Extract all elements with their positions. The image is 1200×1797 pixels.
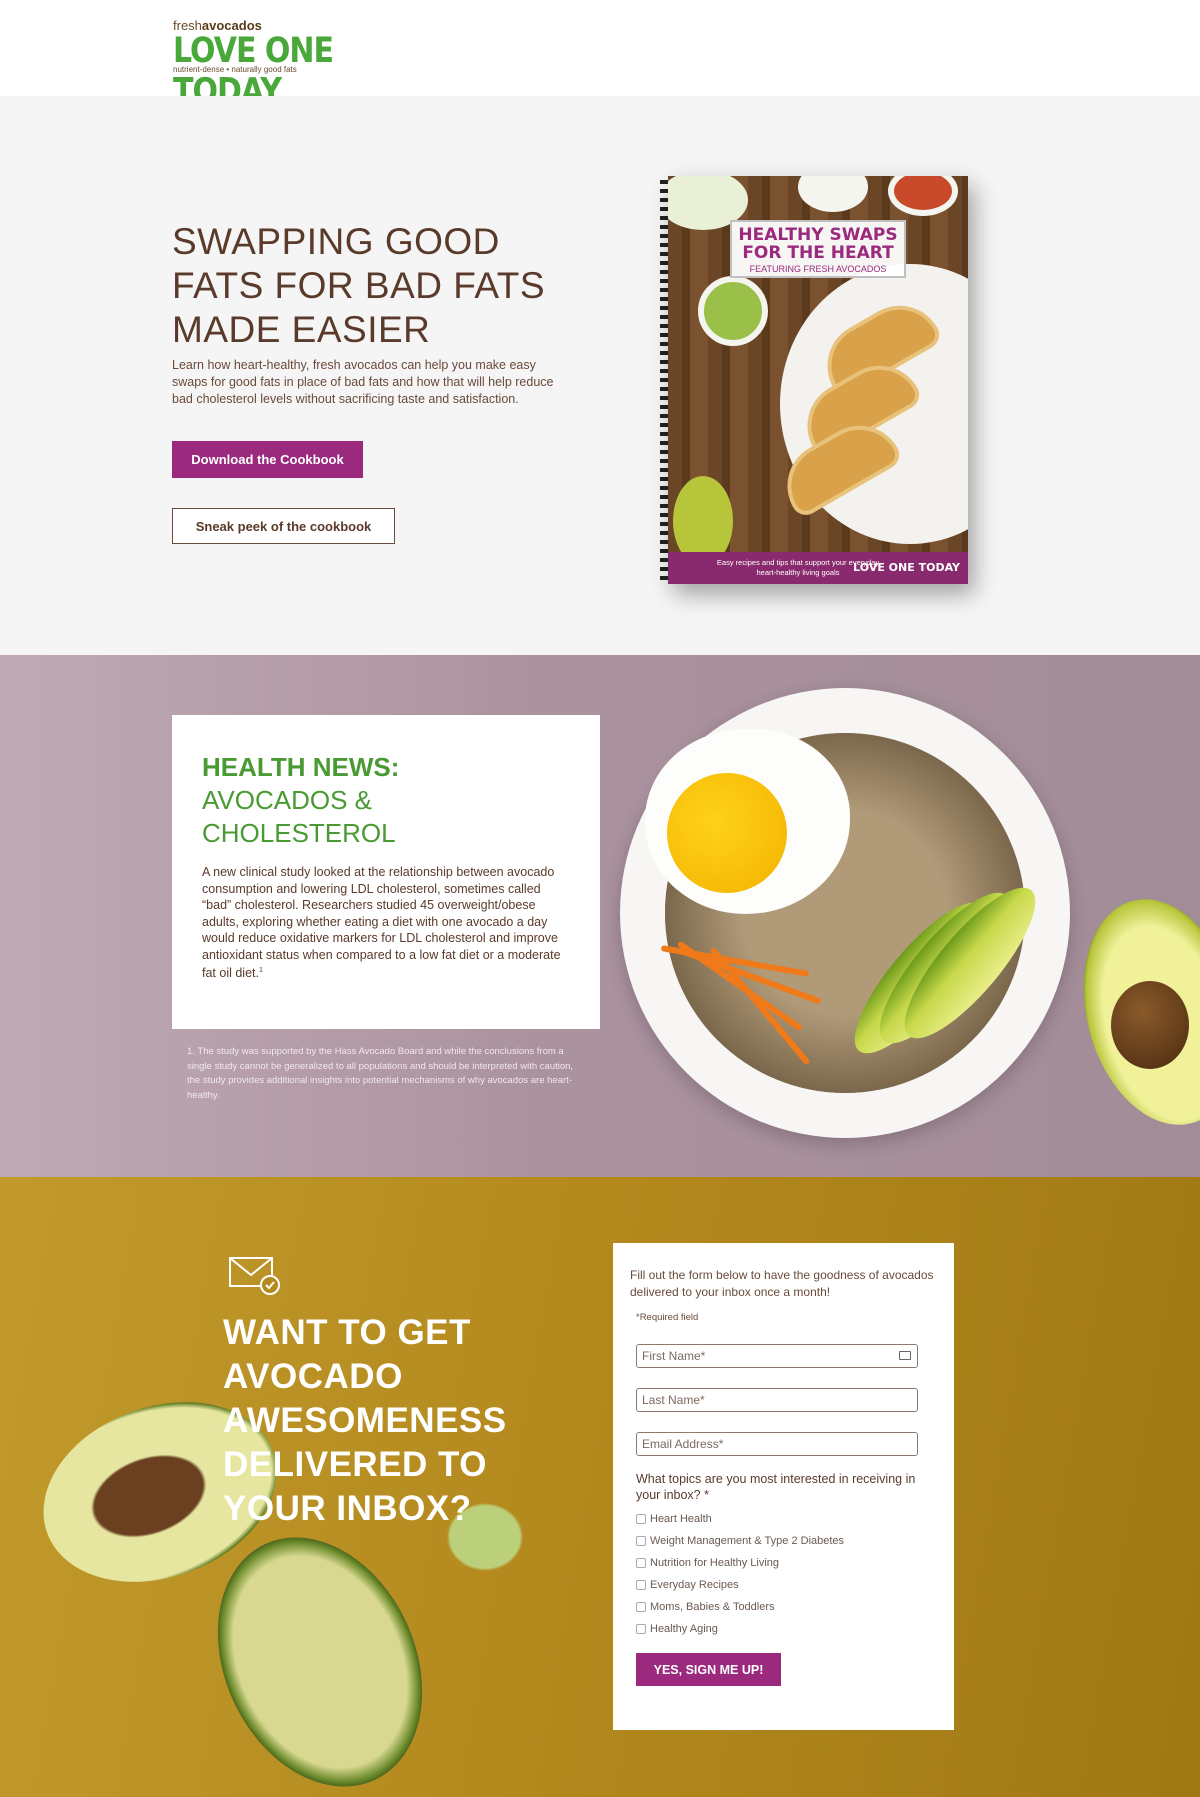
form-intro: Fill out the form below to have the good… [630, 1268, 934, 1299]
health-news-section: HEALTH NEWS: AVOCADOS & CHOLESTEROL A ne… [0, 655, 1200, 1177]
site-header: freshavocados LOVE ONE TODAY nutrient-de… [0, 0, 1200, 112]
topic-option-everyday-recipes[interactable]: Everyday Recipes [636, 1576, 739, 1594]
cookbook-subtitle: FEATURING FRESH AVOCADOS [749, 264, 887, 274]
health-news-card: HEALTH NEWS: AVOCADOS & CHOLESTEROL A ne… [172, 715, 600, 1029]
newsletter-form: Fill out the form below to have the good… [613, 1243, 954, 1730]
topic-option-healthy-aging[interactable]: Healthy Aging [636, 1620, 718, 1638]
checkbox[interactable] [636, 1536, 646, 1546]
hero-section: SWAPPING GOOD FATS FOR BAD FATS MADE EAS… [0, 96, 1200, 655]
required-field-note: *Required field [636, 1312, 699, 1323]
checkbox[interactable] [636, 1514, 646, 1524]
download-cookbook-button[interactable]: Download the Cookbook [172, 441, 363, 478]
topic-option-moms-babies[interactable]: Moms, Babies & Toddlers [636, 1598, 775, 1616]
health-news-title: HEALTH NEWS: AVOCADOS & CHOLESTEROL [202, 752, 400, 848]
envelope-check-icon [229, 1257, 280, 1295]
health-news-body: A new clinical study looked at the relat… [202, 865, 561, 981]
hero-title: SWAPPING GOOD FATS FOR BAD FATS MADE EAS… [172, 221, 546, 350]
cookbook-band-logo: LOVE ONE TODAY [853, 561, 960, 574]
cookbook-cover-image: HEALTHY SWAPS FOR THE HEART FEATURING FR… [668, 176, 968, 584]
avocado-pit-image [1111, 981, 1189, 1069]
sneak-peek-button[interactable]: Sneak peek of the cookbook [172, 508, 395, 544]
topic-option-weight-management[interactable]: Weight Management & Type 2 Diabetes [636, 1532, 844, 1550]
grain-bowl-image [620, 688, 1070, 1138]
cookbook-band: Easy recipes and tips that support your … [668, 552, 968, 584]
checkbox[interactable] [636, 1580, 646, 1590]
contact-card-icon[interactable] [899, 1351, 911, 1360]
topic-option-nutrition[interactable]: Nutrition for Healthy Living [636, 1554, 779, 1572]
checkbox[interactable] [636, 1602, 646, 1612]
hero-description: Learn how heart-healthy, fresh avocados … [172, 358, 554, 406]
first-name-field[interactable] [636, 1344, 918, 1368]
topics-question: What topics are you most interested in r… [636, 1472, 916, 1502]
sign-me-up-button[interactable]: YES, SIGN ME UP! [636, 1653, 781, 1686]
cookbook-title-label: HEALTHY SWAPS FOR THE HEART FEATURING FR… [730, 220, 906, 278]
footnote-marker: 1 [258, 967, 263, 974]
signup-title: WANT TO GET AVOCADO AWESOMENESS DELIVERE… [223, 1313, 507, 1528]
email-field[interactable] [636, 1432, 918, 1456]
topic-option-heart-health[interactable]: Heart Health [636, 1510, 712, 1528]
health-news-footnote: 1. The study was supported by the Hass A… [187, 1046, 574, 1101]
checkbox[interactable] [636, 1558, 646, 1568]
checkbox[interactable] [636, 1624, 646, 1634]
logo-tagline: nutrient-dense • naturally good fats [173, 65, 297, 74]
newsletter-signup-section: WANT TO GET AVOCADO AWESOMENESS DELIVERE… [0, 1177, 1200, 1797]
cookbook-title: HEALTHY SWAPS FOR THE HEART [738, 225, 898, 263]
brand-logo[interactable]: freshavocados LOVE ONE TODAY nutrient-de… [173, 18, 393, 112]
last-name-field[interactable] [636, 1388, 918, 1412]
